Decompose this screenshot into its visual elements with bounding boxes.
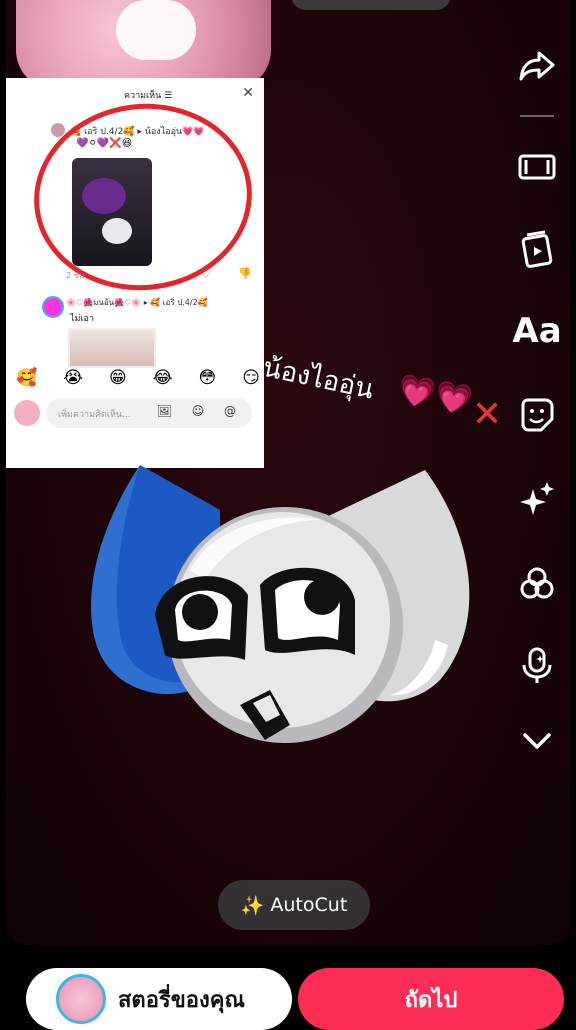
sticker-button[interactable] xyxy=(514,392,560,438)
sparkle-icon: ✨ xyxy=(240,894,265,917)
reply-text: ไม่เอา xyxy=(70,314,94,324)
sticker-icon xyxy=(521,398,554,432)
share-icon xyxy=(519,51,555,81)
comment-screenshot-sticker[interactable]: ความเห็น ☰ ✕ 🥰 เอริ ป.4/2🥰 ▸ น้องไออุ่น💗… xyxy=(6,78,264,468)
autocut-button[interactable]: ✨ AutoCut xyxy=(218,880,370,930)
more-tools-button[interactable] xyxy=(514,718,560,764)
cross-sticker[interactable]: ✕ xyxy=(472,394,502,435)
story-label: สตอรี่ของคุณ xyxy=(118,987,245,1013)
comment-time: 2 ชม. xyxy=(66,271,87,280)
text-tool-button[interactable]: Aa xyxy=(512,308,561,354)
avatar xyxy=(14,400,40,426)
autocut-label: AutoCut xyxy=(270,894,348,916)
input-placeholder: เพิ่มความคิดเห็น... xyxy=(58,410,131,420)
share-button[interactable] xyxy=(514,42,560,88)
avatar xyxy=(56,974,106,1024)
toolbar-divider xyxy=(520,115,554,117)
effects-button[interactable] xyxy=(514,476,560,522)
template-icon xyxy=(521,230,553,268)
resize-button[interactable] xyxy=(514,144,560,190)
face-sticker[interactable] xyxy=(70,450,490,750)
dislike-icon: 👎 xyxy=(238,267,252,280)
comment-input-row: เพิ่มความคิดเห็น... 🖼 ☺ @ xyxy=(12,398,258,430)
your-story-button[interactable]: สตอรี่ของคุณ xyxy=(26,968,292,1030)
filters-icon xyxy=(520,567,554,599)
voice-button[interactable] xyxy=(514,642,560,688)
comment-input: เพิ่มความคิดเห็น... 🖼 ☺ @ xyxy=(46,398,252,428)
reply-header: 🌸♡🌺มนอ้น🌺♡🌸 ▸ 🥰 เอริ ป.4/2🥰 xyxy=(66,298,208,307)
reaction-emoji: 😭 xyxy=(63,368,84,388)
chevron-down-icon xyxy=(523,733,551,749)
reaction-emoji: 🥰 xyxy=(16,368,38,388)
close-icon: ✕ xyxy=(242,85,254,101)
next-button[interactable]: ถัดไป xyxy=(298,968,564,1030)
heart-icon: ♡ xyxy=(200,267,211,281)
reaction-emoji: 😁 xyxy=(108,368,127,388)
template-button[interactable] xyxy=(514,226,560,272)
reaction-emoji: 😳 xyxy=(198,368,217,388)
background-photo-detail xyxy=(116,0,196,60)
filters-button[interactable] xyxy=(514,560,560,606)
reply-image xyxy=(68,328,156,368)
input-icons: 🖼 ☺ @ xyxy=(156,404,244,418)
reaction-emoji: 😏 xyxy=(242,368,260,388)
reaction-bar: 🥰 😭 😁 😂 😳 😏 xyxy=(16,368,260,388)
card-title: ความเห็น ☰ xyxy=(124,91,173,101)
resize-icon xyxy=(518,154,556,180)
avatar xyxy=(42,296,64,318)
top-pill xyxy=(291,0,451,10)
effects-icon xyxy=(520,482,554,515)
reaction-emoji: 😂 xyxy=(152,368,173,388)
voice-icon xyxy=(522,647,552,683)
